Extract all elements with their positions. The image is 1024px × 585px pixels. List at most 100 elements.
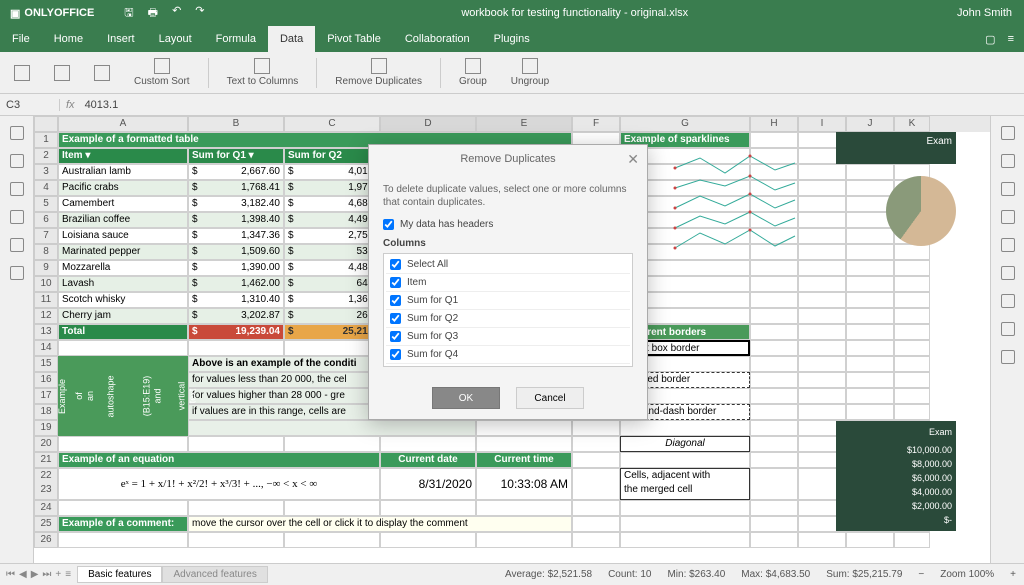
column-option[interactable]: Sum for Q2 bbox=[386, 310, 630, 328]
col-header[interactable]: B bbox=[188, 116, 284, 132]
cell[interactable] bbox=[572, 436, 620, 452]
shape-settings-icon[interactable] bbox=[1001, 182, 1015, 196]
ungroup-button[interactable]: Ungroup bbox=[505, 58, 555, 87]
tab-insert[interactable]: Insert bbox=[95, 26, 147, 52]
comment-title[interactable]: Example of a comment: bbox=[58, 516, 188, 532]
zoom-out-icon[interactable]: − bbox=[910, 569, 932, 580]
value-cell[interactable]: $4,488. bbox=[284, 260, 380, 276]
row-header[interactable]: 2223 bbox=[34, 468, 58, 500]
cell[interactable] bbox=[894, 308, 930, 324]
item-cell[interactable]: Australian lamb bbox=[58, 164, 188, 180]
date-label[interactable]: Current date bbox=[380, 452, 476, 468]
cell[interactable] bbox=[572, 452, 620, 468]
value-cell[interactable]: $1,310.40 bbox=[188, 292, 284, 308]
cell[interactable] bbox=[750, 420, 798, 436]
cell[interactable] bbox=[846, 388, 894, 404]
cell[interactable] bbox=[894, 532, 930, 548]
signature-settings-icon[interactable] bbox=[1001, 350, 1015, 364]
time-label[interactable]: Current time bbox=[476, 452, 572, 468]
cell[interactable] bbox=[798, 532, 846, 548]
cell[interactable] bbox=[284, 436, 380, 452]
tab-data[interactable]: Data bbox=[268, 26, 315, 52]
value-cell[interactable]: $1,390.00 bbox=[188, 260, 284, 276]
cell[interactable] bbox=[58, 340, 188, 356]
row-header[interactable]: 6 bbox=[34, 212, 58, 228]
cell[interactable] bbox=[750, 404, 798, 420]
column-option[interactable]: Sum for Q1 bbox=[386, 292, 630, 310]
cell[interactable] bbox=[620, 452, 750, 468]
merged-cell-example[interactable]: Cells, adjacent withthe merged cell bbox=[620, 468, 750, 500]
cell[interactable] bbox=[188, 436, 284, 452]
tab-formula[interactable]: Formula bbox=[204, 26, 268, 52]
cell[interactable] bbox=[846, 404, 894, 420]
cancel-button[interactable]: Cancel bbox=[516, 387, 584, 409]
row-header[interactable]: 17 bbox=[34, 388, 58, 404]
sheet-first-icon[interactable]: ⏮ bbox=[6, 569, 15, 580]
spellcheck-icon[interactable] bbox=[10, 210, 24, 224]
print-icon[interactable]: 🖶 bbox=[148, 4, 158, 23]
value-cell[interactable]: $263. bbox=[284, 308, 380, 324]
cell[interactable] bbox=[380, 532, 476, 548]
col-header[interactable]: H bbox=[750, 116, 798, 132]
cell[interactable] bbox=[894, 404, 930, 420]
value-cell[interactable]: $1,398.40 bbox=[188, 212, 284, 228]
redo-icon[interactable]: ↷ bbox=[195, 4, 204, 23]
cell[interactable] bbox=[750, 132, 798, 148]
sheet-list-icon[interactable]: ≡ bbox=[65, 569, 71, 580]
row-header[interactable]: 19 bbox=[34, 420, 58, 436]
zoom-level[interactable]: Zoom 100% bbox=[932, 569, 1002, 580]
tab-layout[interactable]: Layout bbox=[147, 26, 204, 52]
cell-settings-icon[interactable] bbox=[1001, 126, 1015, 140]
cell[interactable] bbox=[798, 292, 846, 308]
cell[interactable] bbox=[894, 276, 930, 292]
cell[interactable] bbox=[846, 324, 894, 340]
value-cell[interactable]: $4,496. bbox=[284, 212, 380, 228]
cell[interactable] bbox=[750, 452, 798, 468]
remove-duplicates-button[interactable]: Remove Duplicates bbox=[329, 58, 428, 87]
cell[interactable] bbox=[620, 500, 750, 516]
menu-icon[interactable]: ≡ bbox=[1008, 33, 1014, 46]
item-cell[interactable]: Cherry jam bbox=[58, 308, 188, 324]
col-header[interactable]: A bbox=[58, 116, 188, 132]
cell[interactable] bbox=[846, 292, 894, 308]
border-diagonal[interactable]: Diagonal bbox=[620, 436, 750, 452]
value-cell[interactable]: $530. bbox=[284, 244, 380, 260]
undo-icon[interactable]: ↶ bbox=[172, 4, 181, 23]
col-header[interactable]: K bbox=[894, 116, 930, 132]
table-settings-icon[interactable] bbox=[1001, 154, 1015, 168]
cell[interactable] bbox=[846, 180, 894, 196]
cell[interactable] bbox=[798, 308, 846, 324]
cell[interactable] bbox=[284, 500, 380, 516]
filter-button[interactable] bbox=[48, 65, 76, 81]
cell[interactable] bbox=[894, 292, 930, 308]
total-cell[interactable]: $25,215. bbox=[284, 324, 380, 340]
col-header[interactable]: G bbox=[620, 116, 750, 132]
sheet-prev-icon[interactable]: ◀ bbox=[19, 569, 27, 580]
cell[interactable] bbox=[58, 436, 188, 452]
select-all-corner[interactable] bbox=[34, 116, 58, 132]
zoom-in-icon[interactable]: + bbox=[1002, 569, 1024, 580]
chat-icon[interactable] bbox=[10, 182, 24, 196]
autoshape[interactable]: Exampleof anautoshape(B15:E19) andvertic… bbox=[58, 356, 188, 436]
cell[interactable] bbox=[188, 532, 284, 548]
row-header[interactable]: 14 bbox=[34, 340, 58, 356]
item-cell[interactable]: Mozzarella bbox=[58, 260, 188, 276]
row-header[interactable]: 26 bbox=[34, 532, 58, 548]
tab-plugins[interactable]: Plugins bbox=[482, 26, 542, 52]
table-col-header[interactable]: Item ▾ bbox=[58, 148, 188, 164]
sheet-tab-basic[interactable]: Basic features bbox=[77, 566, 162, 583]
cell[interactable] bbox=[58, 500, 188, 516]
formula-input[interactable]: 4013.1 bbox=[81, 99, 1024, 111]
cell[interactable] bbox=[798, 356, 846, 372]
cell[interactable] bbox=[846, 308, 894, 324]
cond-text[interactable] bbox=[188, 420, 476, 436]
tab-collab[interactable]: Collaboration bbox=[393, 26, 482, 52]
chart-settings-icon[interactable] bbox=[1001, 238, 1015, 252]
cell[interactable] bbox=[750, 532, 798, 548]
value-cell[interactable]: $4,683. bbox=[284, 196, 380, 212]
cell[interactable] bbox=[750, 436, 798, 452]
sort-desc-button[interactable] bbox=[88, 65, 116, 81]
value-cell[interactable]: $4,013. bbox=[284, 164, 380, 180]
cell[interactable] bbox=[476, 420, 572, 436]
item-cell[interactable]: Lavash bbox=[58, 276, 188, 292]
